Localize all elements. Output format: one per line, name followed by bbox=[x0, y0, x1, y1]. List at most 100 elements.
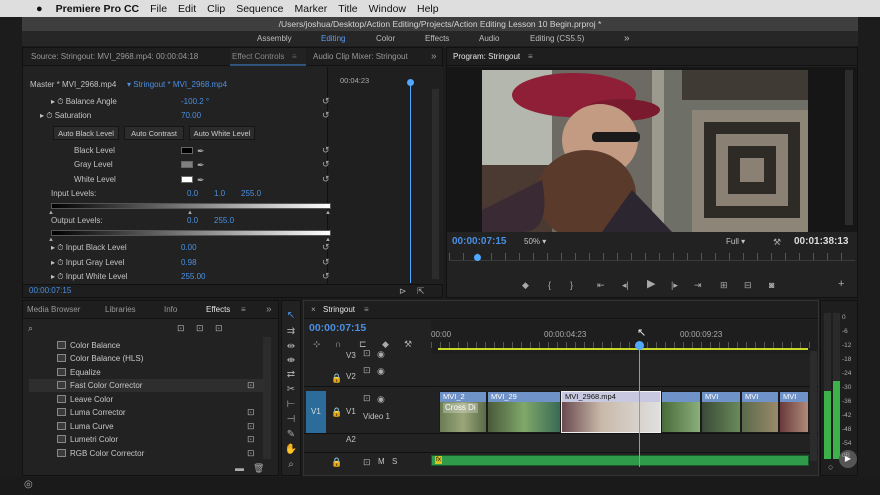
mute-button[interactable]: M bbox=[378, 457, 385, 467]
32bit-effects-icon[interactable]: ⊡ bbox=[196, 323, 204, 333]
zoom-tool-icon[interactable]: ⌕ bbox=[284, 458, 298, 471]
pen-tool-icon[interactable]: ✎ bbox=[284, 428, 298, 441]
trash-icon[interactable]: 🗑 bbox=[253, 463, 264, 473]
snap-icon[interactable]: ∩ bbox=[335, 339, 341, 349]
effects-search-input[interactable] bbox=[37, 324, 167, 334]
white-level-swatch[interactable] bbox=[181, 176, 193, 183]
input-levels-gray[interactable]: 1.0 bbox=[214, 189, 225, 199]
balance-angle-value[interactable]: -100.2 ° bbox=[181, 97, 209, 107]
program-video-frame[interactable] bbox=[482, 70, 808, 232]
add-marker-timeline-icon[interactable]: ◆ bbox=[382, 339, 389, 349]
yuv-effects-icon[interactable]: ⊡ bbox=[215, 323, 223, 333]
workspace-assembly[interactable]: Assembly bbox=[257, 31, 292, 46]
clip-selected-mvi-2968[interactable]: MVI_2968.mp4 bbox=[561, 391, 661, 433]
clip-4[interactable] bbox=[661, 391, 701, 433]
auto-contrast-button[interactable]: Auto Contrast bbox=[124, 126, 184, 140]
mark-out-icon[interactable]: } bbox=[570, 280, 573, 290]
play-icon[interactable]: ▶ bbox=[647, 279, 655, 290]
search-icon[interactable]: ⌕ bbox=[28, 323, 33, 333]
timeline-settings-icon[interactable]: ⚒ bbox=[404, 339, 412, 349]
tab-stringout[interactable]: Stringout bbox=[323, 301, 355, 319]
hand-tool-icon[interactable]: ✋ bbox=[284, 443, 298, 456]
workspace-color[interactable]: Color bbox=[376, 31, 395, 46]
auto-white-level-button[interactable]: Auto White Level bbox=[189, 126, 255, 140]
effects-more-icon[interactable]: » bbox=[266, 301, 272, 319]
output-levels-black[interactable]: 0.0 bbox=[187, 216, 198, 226]
lock-icon[interactable]: 🔒 bbox=[331, 407, 342, 417]
ripple-edit-tool-icon[interactable]: ⇹ bbox=[284, 340, 298, 353]
effects-menu-icon[interactable]: ≡ bbox=[241, 301, 246, 319]
input-white-level-value[interactable]: 255.00 bbox=[181, 272, 205, 282]
clip-5[interactable]: MVI bbox=[701, 391, 741, 433]
input-levels-black[interactable]: 0.0 bbox=[187, 189, 198, 199]
wrench-icon[interactable]: ⚒ bbox=[773, 237, 781, 247]
gray-level-swatch[interactable] bbox=[181, 161, 193, 168]
menu-window[interactable]: Window bbox=[369, 3, 406, 15]
reset-input-white-icon[interactable]: ↺ bbox=[322, 271, 330, 281]
program-scrollbar[interactable] bbox=[845, 70, 853, 225]
black-eyedropper-icon[interactable]: ✒ bbox=[197, 146, 205, 156]
clip-2[interactable]: MVI_29 bbox=[487, 391, 561, 433]
camera-icon[interactable]: ◙ bbox=[769, 280, 774, 290]
effect-rgb-color-corrector[interactable]: RGB Color Corrector bbox=[29, 447, 265, 460]
effect-luma-corrector[interactable]: Luma Corrector bbox=[29, 406, 265, 419]
tab-media-browser[interactable]: Media Browser bbox=[27, 301, 80, 319]
program-playhead[interactable] bbox=[474, 254, 481, 261]
zoom-dropdown[interactable]: 50% ▾ bbox=[524, 237, 546, 247]
reset-balance-angle-icon[interactable]: ↺ bbox=[322, 96, 330, 106]
slide-tool-icon[interactable]: ⊣ bbox=[284, 413, 298, 426]
workspace-effects[interactable]: Effects bbox=[425, 31, 449, 46]
clip-6[interactable]: MVI bbox=[741, 391, 779, 433]
menu-edit[interactable]: Edit bbox=[178, 3, 196, 15]
tab-program[interactable]: Program: Stringout bbox=[453, 48, 520, 66]
reset-black-level-icon[interactable]: ↺ bbox=[322, 145, 330, 155]
apple-icon[interactable]: ● bbox=[36, 3, 43, 15]
sequence-clip-dropdown[interactable]: ▾ Stringout * MVI_2968.mp4 bbox=[127, 80, 227, 90]
effect-playhead-handle[interactable] bbox=[407, 79, 414, 86]
saturation-value[interactable]: 70.00 bbox=[181, 111, 201, 121]
razor-tool-icon[interactable]: ✂ bbox=[284, 383, 298, 396]
eye-icon[interactable]: ◉ bbox=[377, 366, 385, 376]
extract-icon[interactable]: ⊟ bbox=[744, 280, 752, 290]
workspace-editing[interactable]: Editing bbox=[321, 31, 345, 46]
effect-fast-color-corrector[interactable]: Fast Color Corrector bbox=[29, 379, 265, 392]
step-forward-icon[interactable]: |▸ bbox=[671, 280, 678, 290]
input-gray-level-value[interactable]: 0.98 bbox=[181, 258, 197, 268]
rolling-edit-tool-icon[interactable]: ⇼ bbox=[284, 354, 298, 367]
rate-stretch-tool-icon[interactable]: ⇄ bbox=[284, 368, 298, 381]
program-ruler[interactable] bbox=[449, 253, 855, 261]
selection-tool-icon[interactable]: ↖ bbox=[284, 309, 298, 322]
workspace-audio[interactable]: Audio bbox=[479, 31, 499, 46]
reset-gray-level-icon[interactable]: ↺ bbox=[322, 159, 330, 169]
eye-icon[interactable]: ◉ bbox=[377, 349, 385, 359]
gray-eyedropper-icon[interactable]: ✒ bbox=[197, 160, 205, 170]
input-black-level-value[interactable]: 0.00 bbox=[181, 243, 197, 253]
solo-left-icon[interactable]: ○ bbox=[828, 462, 833, 472]
black-level-swatch[interactable] bbox=[181, 147, 193, 154]
add-marker-icon[interactable]: ◆ bbox=[522, 280, 529, 290]
effect-equalize[interactable]: Equalize bbox=[29, 366, 265, 379]
step-back-icon[interactable]: ◂| bbox=[622, 280, 629, 290]
timeline-ruler[interactable]: 00:00 00:00:04:23 00:00:09:23 bbox=[431, 320, 818, 354]
tab-effects[interactable]: Effects bbox=[206, 301, 230, 319]
menu-file[interactable]: File bbox=[150, 3, 167, 15]
reset-white-level-icon[interactable]: ↺ bbox=[322, 174, 330, 184]
filter-icon[interactable]: ⊳ bbox=[399, 286, 407, 296]
tab-libraries[interactable]: Libraries bbox=[105, 301, 136, 319]
lift-icon[interactable]: ⊞ bbox=[720, 280, 728, 290]
track-select-tool-icon[interactable]: ⇉ bbox=[284, 325, 298, 338]
program-timecode[interactable]: 00:00:07:15 bbox=[452, 236, 506, 248]
nest-toggle-icon[interactable]: ⊹ bbox=[313, 339, 321, 349]
toggle-sync-lock-icon[interactable]: ⊡ bbox=[363, 365, 371, 375]
menu-sequence[interactable]: Sequence bbox=[236, 3, 283, 15]
timeline-close-icon[interactable]: × bbox=[311, 301, 316, 319]
lock-icon[interactable]: 🔒 bbox=[331, 457, 342, 467]
timeline-scrollbar[interactable] bbox=[810, 351, 817, 461]
creative-cloud-icon[interactable]: ◎ bbox=[24, 480, 33, 490]
accelerated-effects-icon[interactable]: ⊡ bbox=[177, 323, 185, 333]
toggle-sync-lock-icon[interactable]: ⊡ bbox=[363, 393, 371, 403]
auto-black-level-button[interactable]: Auto Black Level bbox=[53, 126, 119, 140]
audio-clip[interactable]: fx bbox=[431, 455, 809, 466]
solo-button[interactable]: S bbox=[392, 457, 397, 467]
input-white-handle[interactable]: ▲ bbox=[325, 208, 331, 218]
